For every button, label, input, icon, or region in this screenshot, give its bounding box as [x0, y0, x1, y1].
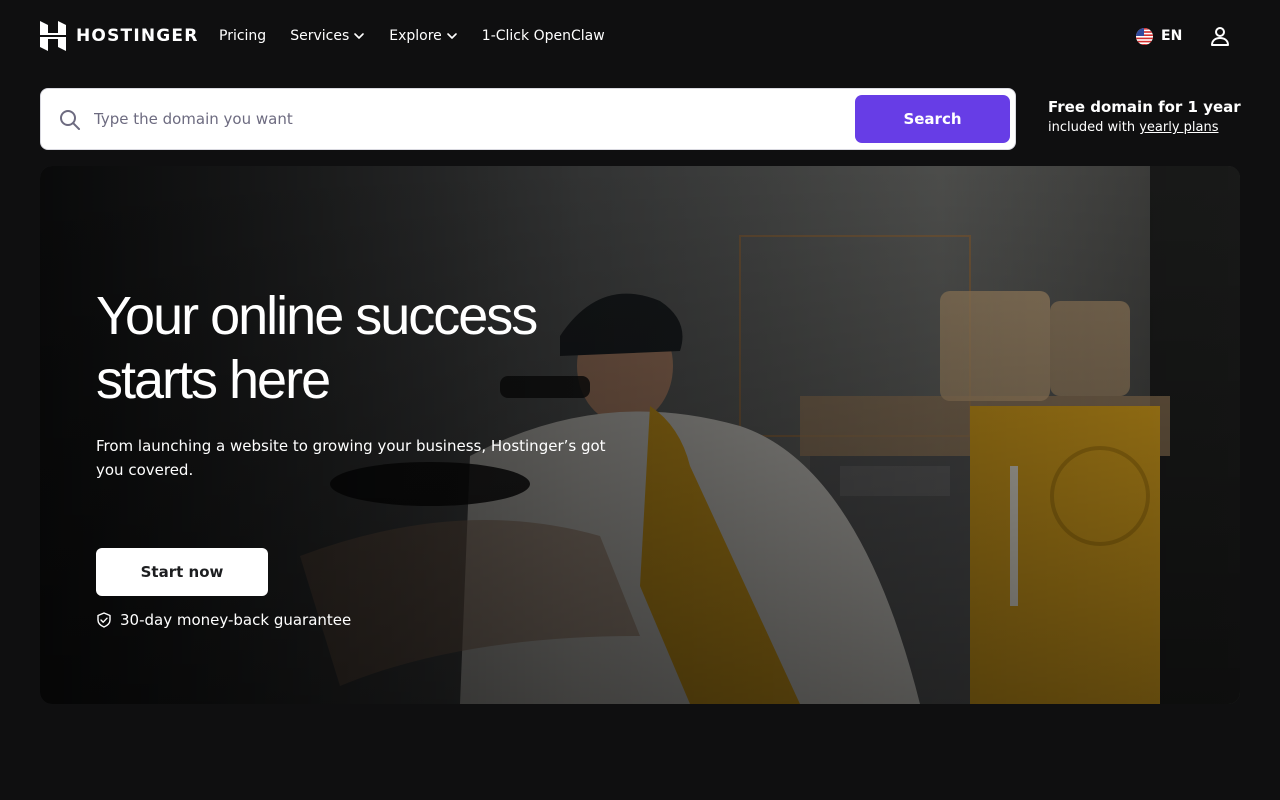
domain-search-input[interactable]: [94, 101, 844, 137]
domain-search-bar: Search: [40, 88, 1016, 150]
nav-item-services[interactable]: Services: [290, 28, 365, 44]
brand-logo[interactable]: HOSTINGER: [40, 21, 199, 51]
nav-item-label: Pricing: [219, 28, 267, 44]
search-button[interactable]: Search: [855, 95, 1010, 143]
money-back-guarantee: 30-day money-back guarantee: [96, 610, 351, 630]
nav-item-openclaw[interactable]: 1-Click OpenClaw: [482, 28, 605, 44]
language-selector[interactable]: EN: [1136, 26, 1182, 46]
hero-banner: Your online success starts here From lau…: [40, 166, 1240, 704]
shield-check-icon: [97, 612, 111, 628]
hero-title: Your online success starts here: [96, 284, 656, 412]
yearly-plans-link[interactable]: yearly plans: [1139, 120, 1218, 135]
nav-item-explore[interactable]: Explore: [389, 28, 458, 44]
nav-item-label: 1-Click OpenClaw: [481, 28, 605, 44]
us-flag-icon: [1136, 27, 1153, 45]
account-button[interactable]: [1208, 24, 1232, 48]
search-icon: [60, 110, 80, 130]
start-now-button[interactable]: Start now: [96, 548, 268, 596]
nav-item-label: Services: [290, 28, 350, 44]
chevron-down-icon: [354, 33, 365, 39]
hero-title-line-1: Your online success: [96, 286, 538, 346]
promo-subtitle-text: included with: [1048, 120, 1140, 135]
hero-subtitle: From launching a website to growing your…: [96, 437, 606, 479]
nav-item-label: Explore: [389, 28, 442, 44]
promo-subtitle: included with yearly plans: [1048, 120, 1248, 135]
guarantee-text: 30-day money-back guarantee: [120, 611, 352, 629]
user-icon: [1211, 27, 1229, 46]
top-navigation: HOSTINGER Pricing Services Explore 1-Cli…: [0, 0, 1280, 72]
language-code: EN: [1161, 28, 1183, 44]
free-domain-promo: Free domain for 1 year included with yea…: [1048, 98, 1248, 135]
chevron-down-icon: [446, 33, 457, 39]
hostinger-logo-icon: [40, 21, 66, 51]
brand-name: HOSTINGER: [76, 26, 199, 46]
main-nav: Pricing Services Explore 1-Click OpenCla…: [219, 26, 605, 46]
hero-title-line-2: starts here: [96, 350, 331, 410]
promo-title: Free domain for 1 year: [1048, 98, 1241, 116]
nav-item-pricing[interactable]: Pricing: [219, 28, 266, 44]
